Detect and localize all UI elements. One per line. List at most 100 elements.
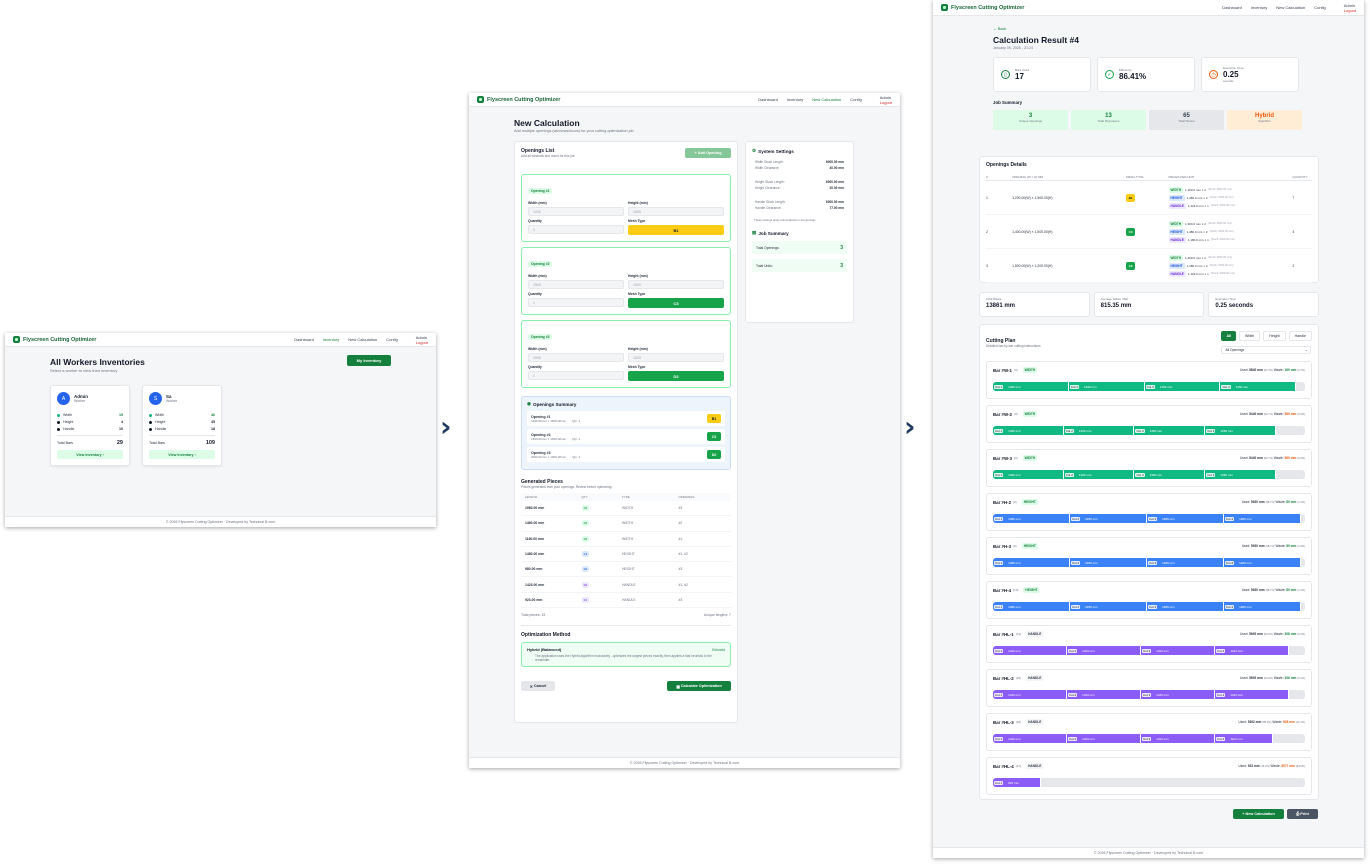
method-title: Optimization Method [521,632,571,639]
bar-card: Bar #HL-3 (16) HANDLE Used: 5392 mm(89.9%) … [986,713,1312,751]
width-input[interactable]: 2000 [528,353,624,362]
cut-length: 1480 mm [1085,604,1098,609]
back-link[interactable]: ← Back [993,27,1305,31]
logout-link[interactable]: Logout [1344,8,1356,13]
nav-config[interactable]: Config [386,337,398,342]
height-input[interactable]: 1000 [628,353,724,362]
bar-visual: Cut 1 1423 mm Cut 2 1423 mm Cut 3 1423 mm Cut … [993,690,1305,699]
quantity-input[interactable]: 1 [528,225,624,234]
brand[interactable]: Flyscreen Cutting Optimizer [941,4,1024,11]
nav-new-calculation[interactable]: New Calculation [1276,5,1305,10]
piece-type: HEIGHT [621,552,635,557]
top-nav: Flyscreen Cutting Optimizer Dashboard In… [469,93,900,107]
quantity-input[interactable]: 1 [528,298,624,307]
nav-dashboard[interactable]: Dashboard [294,337,314,342]
system-row: Height Stock Length: 6000.00 mm [755,180,844,184]
cut-length: 1480 mm [1085,560,1098,565]
nav-inventory[interactable]: Inventory [787,97,803,102]
cut-label: Cut 3 [1142,648,1152,653]
bar-cut: Cut 3 1423 mm [1141,734,1215,743]
page-subtitle: Select a worker to view their inventory [50,368,118,373]
mesh-type-button[interactable]: B1 [628,225,724,235]
filter-all[interactable]: All [1221,331,1237,341]
cut-label: Cut 4 [1221,384,1231,389]
nav-inventory[interactable]: Inventory [1251,5,1267,10]
stat-value: 10 [119,427,123,431]
add-opening-button[interactable]: + Add Opening [685,148,731,158]
height-input[interactable]: 1500 [628,207,724,216]
mesh-type-label: Mesh Type [628,365,646,369]
piece-type-tag: HEIGHT [1168,262,1185,269]
mesh-type-button[interactable]: D2 [628,371,724,381]
print-label: Print [1300,812,1309,816]
check-circle-icon: ◉ [527,401,532,406]
logout-link[interactable]: Logout [880,100,892,105]
bar-visual: Cut 1 1480 mm Cut 2 1480 mm Cut 3 1480 mm Cut … [993,514,1305,523]
nav-config[interactable]: Config [850,97,862,102]
nav-new-calculation[interactable]: New Calculation [348,337,377,342]
bar-card: Bar #HL-2 (15) HANDLE Used: 5692 mm(94.9%) … [986,669,1312,707]
cut-label: Cut 3 [1135,428,1145,433]
calculate-optimization-button[interactable]: ▦ Calculate Optimization [667,681,731,692]
filter-handle[interactable]: Handle [1288,331,1312,341]
cancel-button[interactable]: ✕ Cancel [521,681,555,692]
stat-row: Height 4 [57,420,123,424]
job-tile-label: Algorithm [1258,119,1271,123]
width-label: Width (mm) [528,347,547,351]
my-inventory-button[interactable]: My Inventory [347,355,391,366]
cut-length: 1460 mm [1159,384,1173,389]
job-summary: 3 Unique Openings 13 Total Flyscreens 65 Tota… [993,110,1305,130]
bar-waste: 608 mm [1283,720,1295,724]
bar-cut: Cut 1 1423 mm [993,690,1067,699]
piece-qty: ×2 [581,505,589,512]
brand[interactable]: Flyscreen Cutting Optimizer [13,336,96,343]
mesh-type-button[interactable]: C3 [628,298,724,308]
total-value: 0.25 seconds [1215,303,1254,309]
brand[interactable]: Flyscreen Cutting Optimizer [477,96,560,103]
bar-used-pct: (94.9%) [1263,677,1273,680]
piece-row: 1423.00 mm ×2 HANDLE #1, #2 [521,577,731,593]
opening-label: Opening #3 [528,334,553,340]
system-row: Width Clearance: 40.00 mm [755,166,844,170]
view-inventory-button[interactable]: View Inventory › [57,450,123,459]
piece-size: 1,123.0 mm × 1 [1187,271,1209,276]
nav-inventory[interactable]: Inventory [323,337,339,342]
brand-name: Flyscreen Cutting Optimizer [487,96,561,103]
method-card[interactable]: Hybrid (Balanced) Enforced The applicatio… [521,642,731,668]
new-calculation-button[interactable]: + New Calculation [1233,809,1284,819]
job-value: 3 [840,244,843,251]
nav-dashboard[interactable]: Dashboard [1222,5,1242,10]
mesh-badge: C3 [1126,227,1136,236]
view-inventory-button[interactable]: View Inventory › [149,450,215,459]
worker-card[interactable]: A Admin Worker Width 15 Height 4 Handle 10 Total … [50,385,130,466]
nav-dashboard[interactable]: Dashboard [758,97,778,102]
nav-new-calculation[interactable]: New Calculation [812,97,841,102]
nav-config[interactable]: Config [1314,5,1326,10]
filter-height[interactable]: Height [1263,331,1286,341]
opening-dims: 1,500.00(W) × 1,200.00(H) [1012,263,1053,268]
filter-width[interactable]: Width [1239,331,1261,341]
brand-name: Flyscreen Cutting Optimizer [951,4,1025,11]
openings-filter-select[interactable]: All Openings ⌄ [1221,346,1312,354]
system-key: Handle Stock Length: [755,200,786,204]
avatar: S [149,392,162,405]
bar-visual: Cut 1 1480 mm Cut 2 1480 mm Cut 3 1480 mm Cut … [993,602,1305,611]
stat-row: Handle 10 [57,427,123,431]
quantity-input[interactable]: 1 [528,371,624,380]
cut-length: 1360 mm [1149,472,1163,477]
opening-number: 1 [986,195,988,200]
bar-visual: Cut 1 1460 mm Cut 2 1460 mm Cut 3 1460 mm Cut … [993,382,1305,391]
width-input[interactable]: 1200 [528,207,624,216]
width-input[interactable]: 1500 [528,280,624,289]
piece-openings: #3 [678,506,683,511]
bar-cut: Cut 3 1423 mm [1141,646,1215,655]
openings-details-card: Openings Details # OPENING (W × H) MM MESH… [979,156,1319,283]
print-button[interactable]: ⎙ Print [1287,809,1318,819]
worker-card[interactable]: S Sa Worker Width 46 Height 45 Handle 18 Total Ba… [142,385,222,466]
total-value: 13861 mm [986,303,1016,309]
bar-waste-pct: (2.7%) [1297,369,1305,372]
cut-label: Cut 1 [994,736,1004,741]
logout-link[interactable]: Logout [416,340,428,345]
cut-label: Cut 2 [1070,604,1081,609]
height-input[interactable]: 1500 [628,280,724,289]
